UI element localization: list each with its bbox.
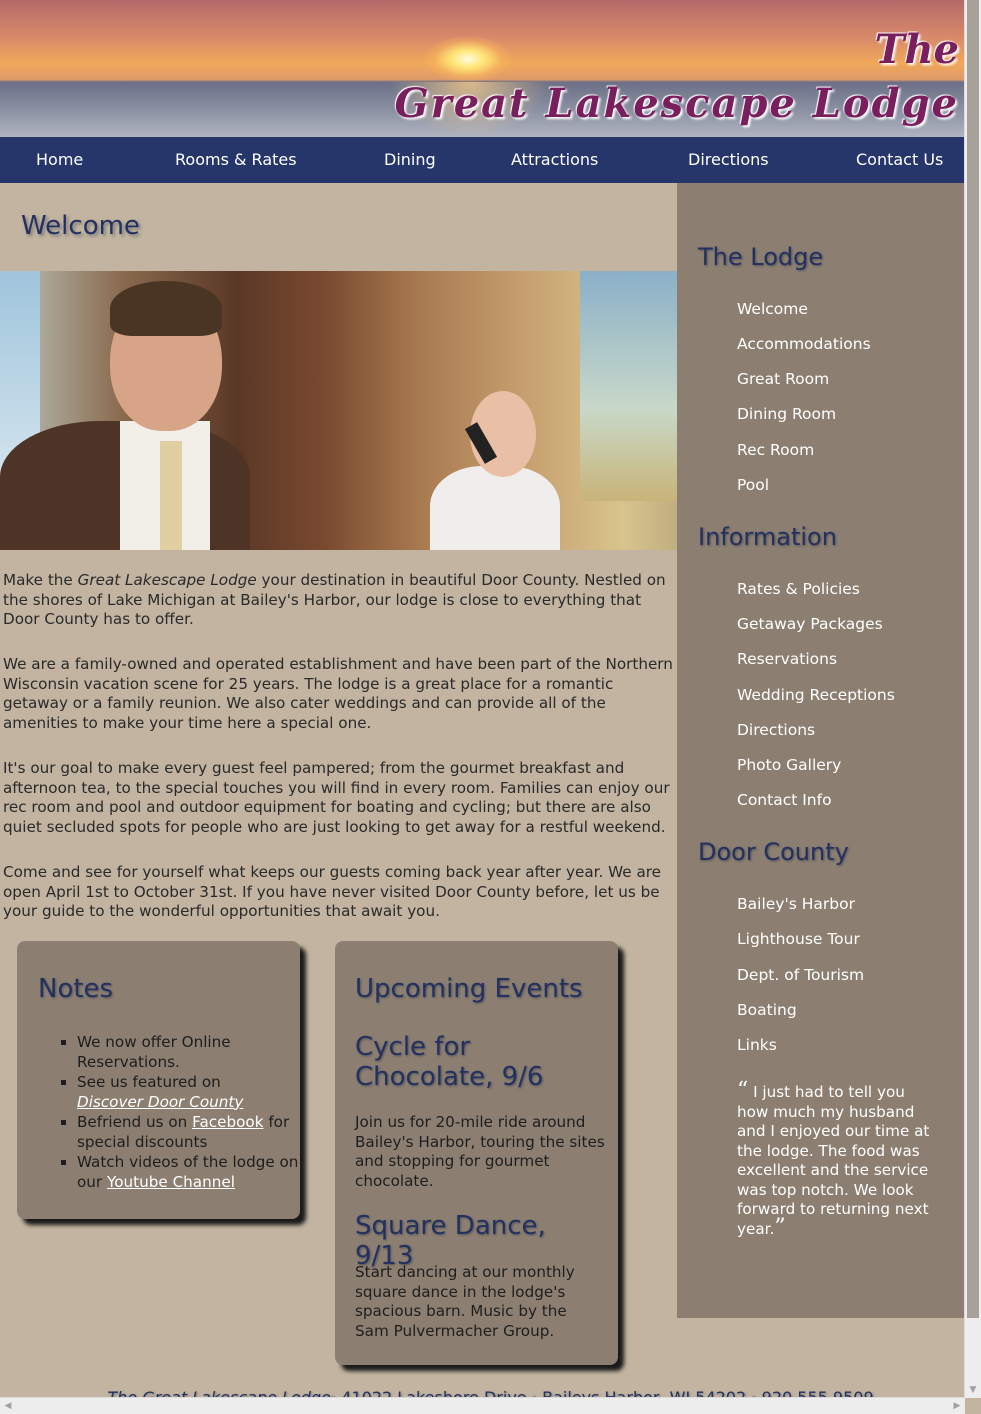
- youtube-channel-link[interactable]: Youtube Channel: [107, 1173, 235, 1191]
- notes-box: Notes We now offer Online Reservations. …: [17, 941, 300, 1219]
- man-tie: [160, 441, 182, 550]
- event-desc-square-dance: Start dancing at our monthly square danc…: [355, 1263, 575, 1340]
- nav-attractions[interactable]: Attractions: [511, 137, 598, 183]
- sidebar-link-links[interactable]: Links: [737, 1036, 777, 1054]
- intro-paragraph-3: It's our goal to make every guest feel p…: [3, 759, 670, 836]
- sidebar-link-rates-policies[interactable]: Rates & Policies: [737, 580, 860, 598]
- scroll-right-arrow-icon[interactable]: ▶: [949, 1398, 965, 1414]
- sidebar-link-dept-of-tourism[interactable]: Dept. of Tourism: [737, 966, 864, 984]
- event-title-cycle-for-chocolate: Cycle for Chocolate, 9/6: [355, 1032, 544, 1092]
- quote-open-mark: “: [737, 1078, 749, 1103]
- notes-item-text: Befriend us on: [77, 1113, 193, 1131]
- painting-decor: [580, 271, 677, 501]
- p1-lodge-name: Great Lakescape Lodge: [77, 571, 257, 589]
- vertical-scrollbar-thumb[interactable]: [967, 0, 979, 1318]
- nav-contact-us[interactable]: Contact Us: [856, 137, 943, 183]
- hero-photo-reception-staff: [0, 271, 677, 550]
- events-title: Upcoming Events: [355, 974, 583, 1004]
- man-hair: [110, 281, 222, 336]
- sidebar-heading-information: Information: [698, 523, 837, 551]
- sidebar-link-rec-room[interactable]: Rec Room: [737, 441, 814, 459]
- sidebar-link-pool[interactable]: Pool: [737, 476, 769, 494]
- notes-item: Befriend us on Facebook for special disc…: [77, 1113, 317, 1152]
- notes-item: We now offer Online Reservations.: [77, 1033, 317, 1072]
- nav-directions[interactable]: Directions: [688, 137, 769, 183]
- notes-item: Watch videos of the lodge on our Youtube…: [77, 1153, 317, 1192]
- notes-title: Notes: [38, 974, 114, 1004]
- testimonial-text: I just had to tell you how much my husba…: [737, 1083, 930, 1238]
- intro-paragraph-2: We are a family-owned and operated estab…: [3, 655, 673, 732]
- logo-line-2: Great Lakescape Lodge: [394, 80, 959, 127]
- main-nav: Home Rooms & Rates Dining Attractions Di…: [0, 137, 965, 183]
- sidebar-link-dining-room[interactable]: Dining Room: [737, 405, 836, 423]
- page: The Great Lakescape Lodge Home Rooms & R…: [0, 0, 965, 1414]
- sidebar-link-reservations[interactable]: Reservations: [737, 650, 837, 668]
- event-desc-cycle-for-chocolate: Join us for 20-mile ride around Bailey's…: [355, 1113, 605, 1190]
- sidebar-link-getaway-packages[interactable]: Getaway Packages: [737, 615, 883, 633]
- sidebar-link-lighthouse-tour[interactable]: Lighthouse Tour: [737, 930, 860, 948]
- sidebar-heading-the-lodge: The Lodge: [698, 243, 824, 271]
- sunset-sun: [425, 36, 511, 82]
- events-box: Upcoming Events Cycle for Chocolate, 9/6…: [335, 941, 618, 1365]
- horizontal-scrollbar[interactable]: ◀ ▶: [0, 1397, 965, 1414]
- sidebar-link-photo-gallery[interactable]: Photo Gallery: [737, 756, 841, 774]
- sidebar-link-welcome[interactable]: Welcome: [737, 300, 808, 318]
- p1-text-a: Make the: [3, 571, 78, 589]
- scroll-down-arrow-icon[interactable]: ▼: [965, 1382, 981, 1398]
- discover-door-county-link[interactable]: Discover Door County: [77, 1093, 243, 1111]
- notes-item: See us featured on Discover Door County: [77, 1073, 317, 1112]
- notes-item-text: See us featured on: [77, 1073, 221, 1091]
- sidebar-link-baileys-harbor[interactable]: Bailey's Harbor: [737, 895, 855, 913]
- quote-close-mark: ”: [774, 1214, 786, 1240]
- sidebar-link-contact-info[interactable]: Contact Info: [737, 791, 832, 809]
- notes-list: We now offer Online Reservations. See us…: [57, 1033, 317, 1193]
- nav-dining[interactable]: Dining: [384, 137, 436, 183]
- nav-home[interactable]: Home: [36, 137, 83, 183]
- sidebar: The Lodge Welcome Accommodations Great R…: [677, 183, 965, 1318]
- intro-paragraph-1: Make the Great Lakescape Lodge your dest…: [3, 571, 675, 630]
- intro-paragraph-4: Come and see for yourself what keeps our…: [3, 863, 662, 920]
- sidebar-link-wedding-receptions[interactable]: Wedding Receptions: [737, 686, 895, 704]
- nav-rooms-rates[interactable]: Rooms & Rates: [175, 137, 297, 183]
- logo-line-1: The: [874, 26, 959, 73]
- sidebar-link-great-room[interactable]: Great Room: [737, 370, 829, 388]
- facebook-link[interactable]: Facebook: [192, 1113, 263, 1131]
- page-title: Welcome: [21, 211, 140, 241]
- scroll-left-arrow-icon[interactable]: ◀: [0, 1398, 16, 1414]
- sidebar-heading-door-county: Door County: [698, 838, 849, 866]
- header-banner: The Great Lakescape Lodge: [0, 0, 965, 137]
- woman-blouse: [430, 466, 560, 550]
- vertical-scrollbar[interactable]: ▼: [964, 0, 981, 1398]
- event-title-square-dance: Square Dance, 9/13: [355, 1211, 546, 1271]
- sidebar-link-directions[interactable]: Directions: [737, 721, 815, 739]
- sidebar-link-accommodations[interactable]: Accommodations: [737, 335, 871, 353]
- sidebar-link-boating[interactable]: Boating: [737, 1001, 797, 1019]
- testimonial-quote: “ I just had to tell you how much my hus…: [737, 1080, 937, 1240]
